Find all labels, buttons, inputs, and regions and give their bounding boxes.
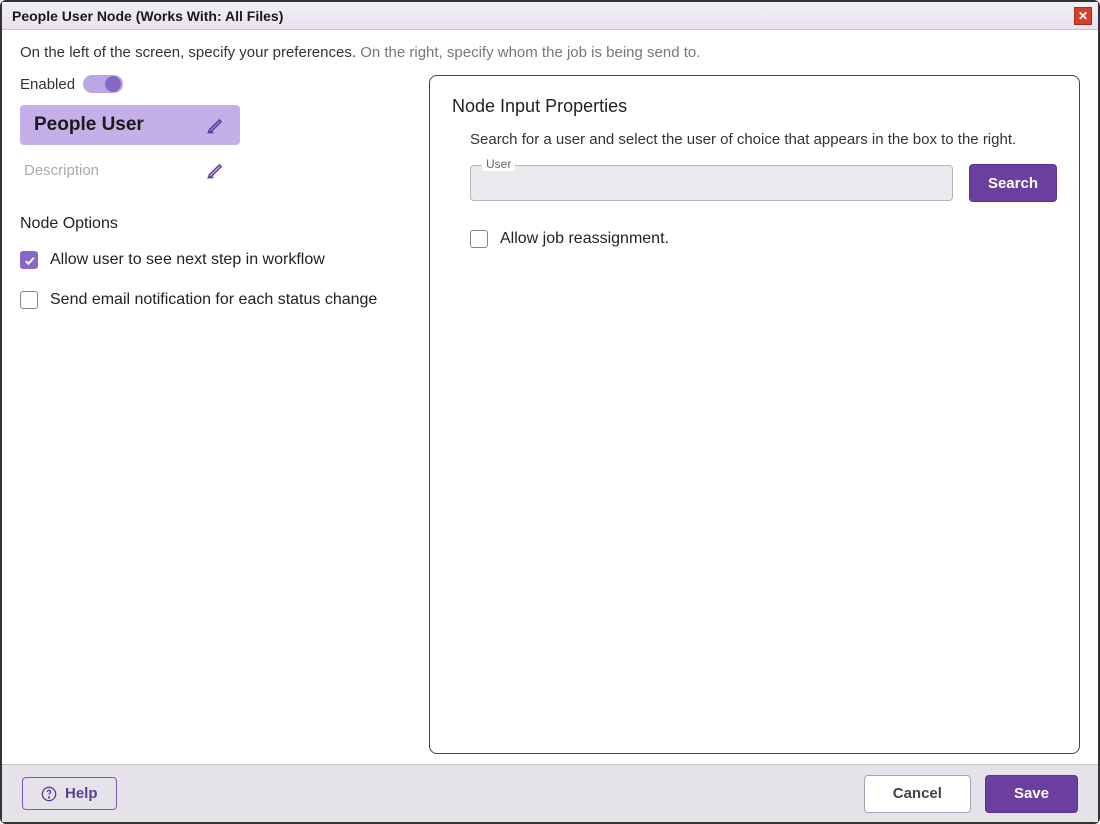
email-notification-label: Send email notification for each status …	[50, 291, 377, 309]
left-pane: Enabled People User Description	[20, 75, 415, 754]
allow-next-step-checkbox[interactable]	[20, 251, 38, 269]
panel-description: Search for a user and select the user of…	[470, 131, 1057, 148]
cancel-button[interactable]: Cancel	[864, 775, 971, 813]
dialog-body: Enabled People User Description	[20, 75, 1080, 754]
dialog-footer: Help Cancel Save	[2, 764, 1098, 822]
dialog-content: On the left of the screen, specify your …	[2, 30, 1098, 764]
instruction-text: On the left of the screen, specify your …	[20, 44, 1080, 61]
enabled-label: Enabled	[20, 76, 75, 93]
close-button[interactable]: ✕	[1074, 7, 1092, 25]
user-input[interactable]	[470, 165, 953, 201]
node-options-title: Node Options	[20, 215, 415, 233]
node-description-field[interactable]: Description	[20, 155, 240, 185]
help-label: Help	[65, 785, 98, 802]
help-icon	[41, 786, 57, 802]
save-button[interactable]: Save	[985, 775, 1078, 813]
people-user-node-dialog: People User Node (Works With: All Files)…	[0, 0, 1100, 824]
allow-reassignment-label: Allow job reassignment.	[500, 230, 669, 248]
description-placeholder: Description	[24, 162, 99, 179]
user-search-row: User Search	[470, 164, 1057, 202]
allow-reassignment-checkbox[interactable]	[470, 230, 488, 248]
allow-reassignment-row: Allow job reassignment.	[470, 230, 1057, 248]
help-button[interactable]: Help	[22, 777, 117, 810]
instruction-left: On the left of the screen, specify your …	[20, 44, 360, 61]
search-button[interactable]: Search	[969, 164, 1057, 202]
node-name-field[interactable]: People User	[20, 105, 240, 145]
checkmark-icon	[23, 254, 36, 267]
node-input-properties-panel: Node Input Properties Search for a user …	[429, 75, 1080, 754]
edit-icon[interactable]	[206, 115, 226, 135]
instruction-right: On the right, specify whom the job is be…	[360, 44, 700, 61]
enabled-row: Enabled	[20, 75, 415, 93]
user-field-label: User	[482, 157, 515, 171]
option-allow-next-row: Allow user to see next step in workflow	[20, 251, 415, 269]
email-notification-checkbox[interactable]	[20, 291, 38, 309]
window-title: People User Node (Works With: All Files)	[12, 8, 283, 24]
close-icon: ✕	[1078, 10, 1088, 22]
edit-icon[interactable]	[206, 160, 226, 180]
user-fieldset: User	[470, 165, 953, 201]
enabled-toggle[interactable]	[83, 75, 123, 93]
node-name-text: People User	[34, 114, 144, 136]
option-email-notify-row: Send email notification for each status …	[20, 291, 415, 309]
titlebar: People User Node (Works With: All Files)…	[2, 2, 1098, 30]
panel-title: Node Input Properties	[452, 96, 1057, 117]
allow-next-step-label: Allow user to see next step in workflow	[50, 251, 325, 269]
footer-actions: Cancel Save	[864, 775, 1078, 813]
